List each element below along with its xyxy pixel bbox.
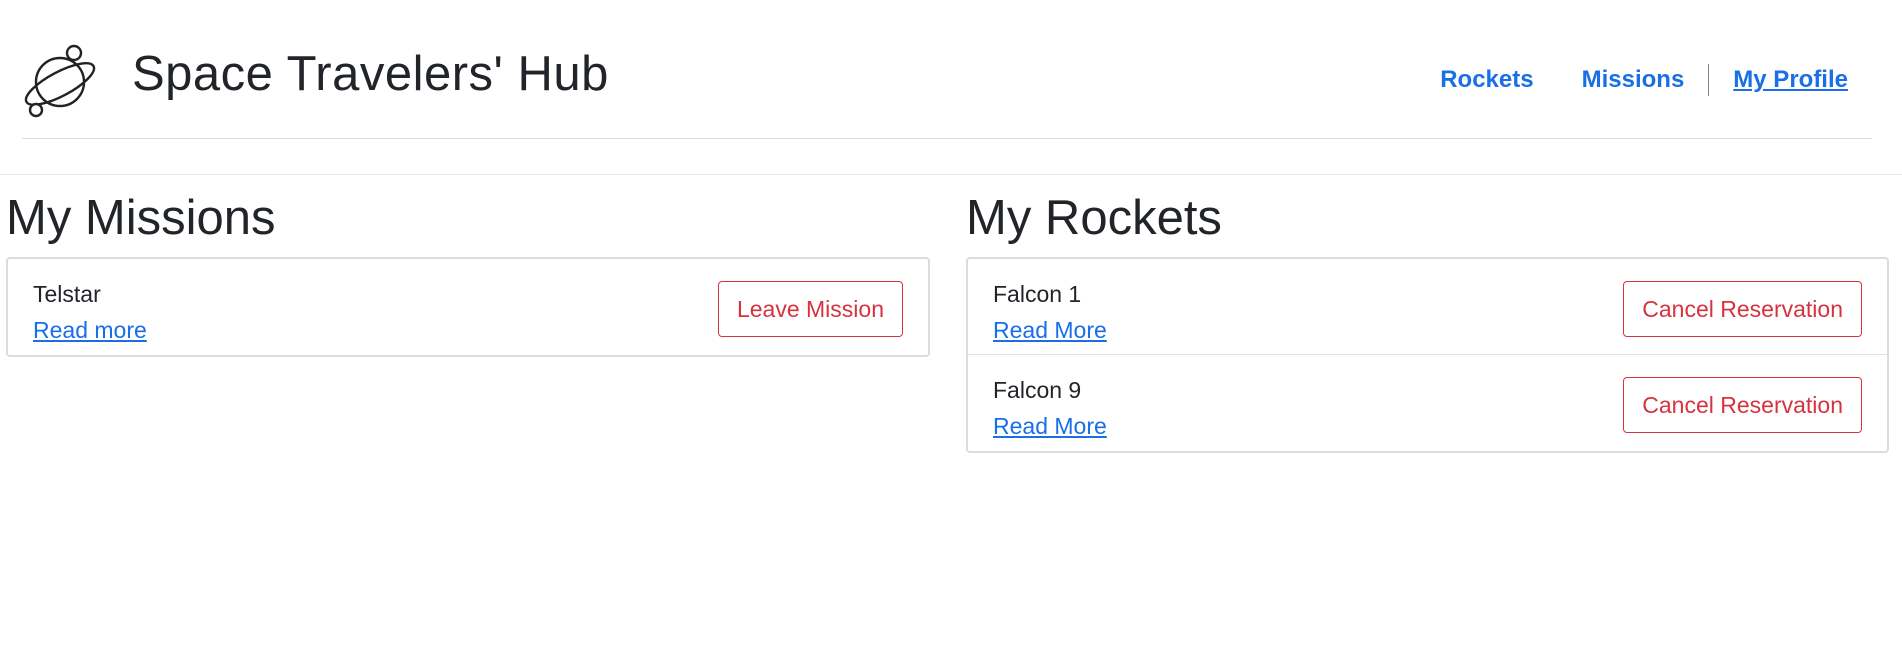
- nav-my-profile-link[interactable]: My Profile: [1733, 62, 1848, 98]
- list-item: Falcon 9 Read More Cancel Reservation: [968, 355, 1887, 451]
- nav-rockets-link[interactable]: Rockets: [1440, 62, 1533, 98]
- nav-missions-link[interactable]: Missions: [1582, 62, 1685, 98]
- mission-name: Telstar: [33, 281, 101, 307]
- header-bar: Space Travelers' Hub Rockets Missions My…: [22, 0, 1872, 139]
- cancel-reservation-button[interactable]: Cancel Reservation: [1623, 281, 1862, 337]
- site-header: Space Travelers' Hub Rockets Missions My…: [0, 0, 1902, 175]
- brand-title: Space Travelers' Hub: [132, 47, 609, 101]
- cancel-reservation-button[interactable]: Cancel Reservation: [1623, 377, 1862, 433]
- nav-divider: [1708, 64, 1710, 96]
- read-more-link[interactable]: Read More: [993, 315, 1107, 345]
- read-more-link[interactable]: Read more: [33, 315, 147, 345]
- my-rockets-heading: My Rockets: [966, 191, 1222, 245]
- leave-mission-button[interactable]: Leave Mission: [717, 281, 903, 337]
- rocket-name: Falcon 9: [993, 377, 1082, 403]
- rocket-name: Falcon 1: [993, 281, 1082, 307]
- list-item: Falcon 1 Read More Cancel Reservation: [968, 259, 1887, 355]
- main-nav: Rockets Missions My Profile: [1440, 62, 1848, 98]
- read-more-link[interactable]: Read More: [993, 411, 1107, 441]
- list-item: Telstar Read more Leave Mission: [8, 259, 928, 355]
- planet-icon[interactable]: [22, 40, 98, 118]
- my-missions-heading: My Missions: [6, 191, 276, 245]
- rockets-list: Falcon 1 Read More Cancel Reservation Fa…: [966, 257, 1889, 453]
- missions-list: Telstar Read more Leave Mission: [6, 257, 930, 357]
